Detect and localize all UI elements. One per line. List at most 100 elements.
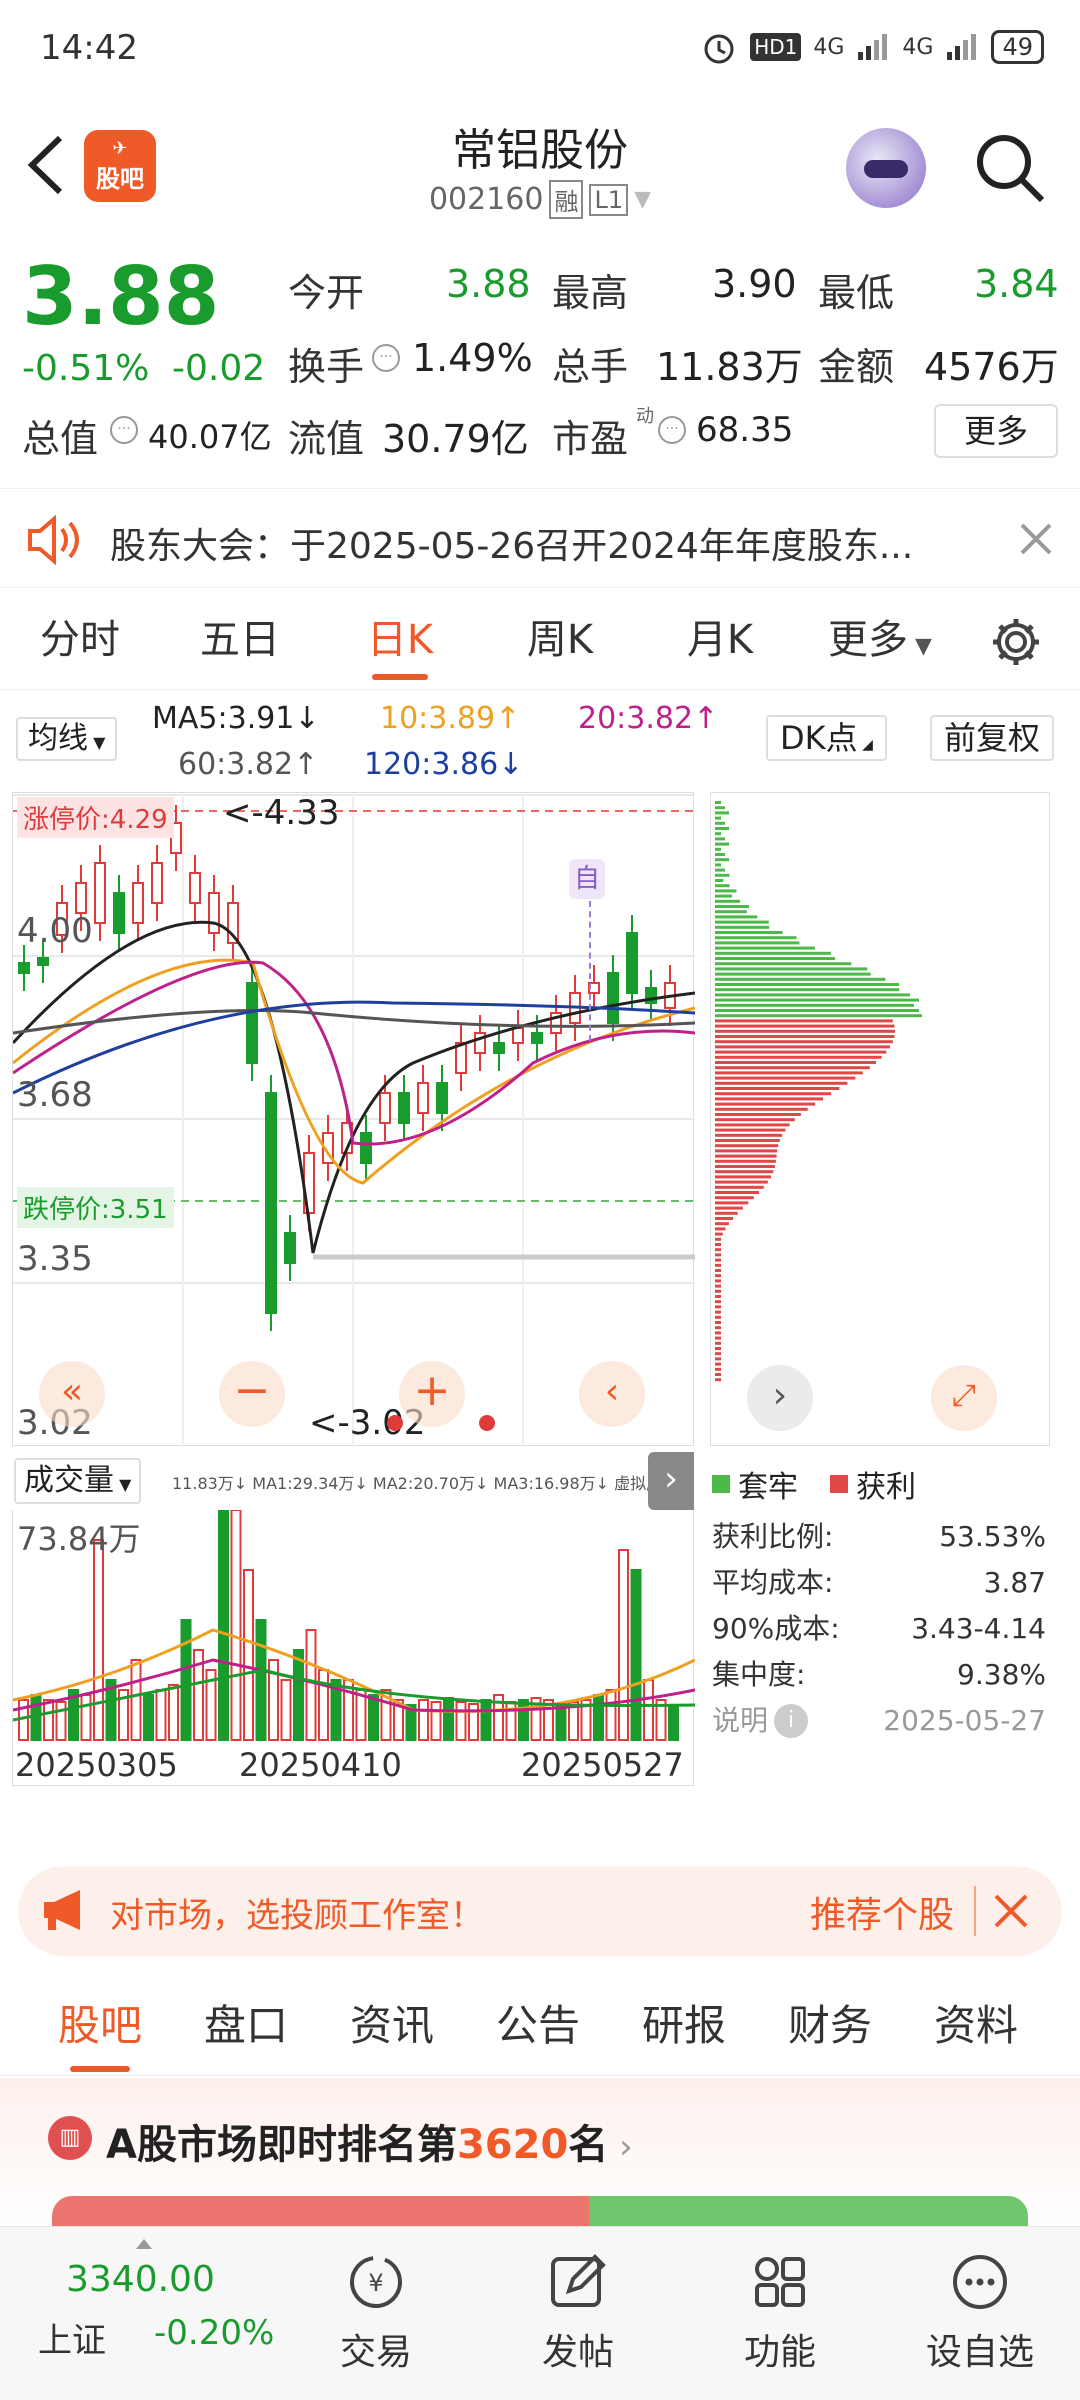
candle [265, 1092, 277, 1314]
tab-five-day[interactable]: 五日 [180, 590, 300, 690]
change-percent: -0.51% [22, 348, 150, 389]
chip-bar [715, 957, 836, 960]
tab-finance[interactable]: 财务 [770, 1976, 890, 2076]
scroll-left-button[interactable]: ‹ [579, 1361, 645, 1427]
volume-bar [280, 1679, 292, 1741]
chip-bar [715, 1222, 729, 1226]
nav-functions[interactable]: 功能 [710, 2251, 850, 2375]
volume-bar [243, 1569, 254, 1741]
network-label-1: 4G [813, 34, 845, 60]
chip-bar [715, 972, 871, 976]
tab-announcements[interactable]: 公告 [478, 1976, 598, 2076]
expand-panel-button[interactable]: › [648, 1452, 694, 1510]
ma120-value: 120:3.86↓ [364, 747, 524, 782]
level-badge: L1 [589, 183, 629, 216]
ma-selector[interactable]: 均线 ▼ [16, 717, 118, 761]
chip-bar [715, 983, 900, 986]
chip-bar [715, 1133, 783, 1137]
amount-value: 4576万 [924, 345, 1059, 389]
tab-intraday[interactable]: 分时 [20, 590, 140, 690]
close-icon[interactable] [1018, 521, 1054, 557]
chip-bar [715, 1253, 721, 1257]
ma60-value: 60:3.82↑ [178, 747, 319, 782]
pe-label: 市盈 [552, 417, 629, 461]
collapse-arrow-icon[interactable] [136, 2239, 152, 2249]
chip-bar [715, 894, 732, 898]
stat-row: 集中度: 9.38% [712, 1658, 1046, 1691]
tab-more[interactable]: 更多 ▼ [820, 590, 940, 690]
volume-chart[interactable]: 73.84万 20250305 20250410 20250527 [12, 1499, 696, 1786]
info-icon[interactable]: ··· [110, 416, 138, 444]
more-button[interactable]: 更多 [934, 404, 1058, 458]
chip-bar [715, 1040, 893, 1044]
zoom-in-button[interactable]: + [399, 1361, 465, 1427]
volume-bar [230, 1509, 242, 1741]
stat-row: 90%成本: 3.43-4.14 [712, 1612, 1046, 1645]
chip-bar [715, 1045, 891, 1049]
chip-bar [715, 1362, 721, 1366]
chip-bar [715, 951, 831, 955]
zoom-out-button[interactable]: − [219, 1361, 285, 1427]
index-change[interactable]: -0.20% [154, 2313, 274, 2353]
promo-cta[interactable]: 推荐个股 [810, 1886, 954, 1938]
index-value[interactable]: 3340.00 [66, 2259, 215, 2300]
chip-bar [715, 1321, 721, 1324]
active-tab-indicator [70, 2066, 130, 2072]
close-icon[interactable] [992, 1892, 1030, 1930]
tab-profile[interactable]: 资料 [916, 1976, 1036, 2076]
dk-point-button[interactable]: DK点 ◢ [766, 715, 887, 761]
chip-bar [715, 858, 729, 862]
chip-bar [715, 1024, 895, 1028]
info-icon[interactable]: ··· [372, 344, 400, 372]
candle [189, 872, 201, 904]
tab-orderbook[interactable]: 盘口 [186, 1976, 306, 2076]
chip-bar [715, 873, 730, 877]
tab-monthly-k[interactable]: 月K [660, 590, 780, 690]
tab-guba[interactable]: 股吧 [40, 1976, 160, 2076]
open-label: 今开 [288, 271, 365, 315]
adjust-button[interactable]: 前复权 [930, 715, 1055, 761]
chip-stats: 套牢 获利 获利比例: 53.53% 平均成本: 3.87 90%成本: 3.43-4… [708, 1452, 1060, 1762]
index-name[interactable]: 上证 [38, 2313, 106, 2362]
volume-bar [305, 1629, 317, 1741]
tab-research[interactable]: 研报 [624, 1976, 744, 2076]
volume-bar [355, 1689, 367, 1741]
self-select-marker[interactable]: 自 [569, 859, 605, 899]
chip-distribution[interactable]: › ⤢ [710, 792, 1050, 1446]
chip-expand-left-button[interactable]: › [747, 1365, 813, 1431]
ma10-value: 10:3.89↑ [380, 701, 521, 736]
chip-bar [715, 811, 729, 815]
hd-badge: HD1 [750, 33, 802, 61]
kline-chart[interactable]: 涨停价:4.29 跌停价:3.51 <-4.33 <-3.02 4.00 3.6… [11, 792, 696, 1447]
volume-bar [668, 1704, 679, 1741]
tab-weekly-k[interactable]: 周K [500, 590, 620, 690]
chip-bar [715, 915, 758, 919]
scroll-left-fast-button[interactable]: « [39, 1361, 105, 1427]
rank-card[interactable]: ▥ A股市场即时排名第3620名 › [0, 2078, 1080, 2236]
info-icon[interactable]: ··· [658, 416, 686, 444]
chip-bar [715, 1128, 786, 1132]
candle [436, 1082, 448, 1114]
gear-icon[interactable] [990, 616, 1042, 668]
chip-bar [715, 962, 852, 966]
volume-selector[interactable]: 成交量 ▼ [14, 1458, 142, 1504]
more-dots-icon [953, 2255, 1007, 2309]
nav-post[interactable]: 发帖 [508, 2251, 648, 2375]
chevron-down-icon[interactable]: ▼ [634, 187, 651, 212]
candle [75, 882, 87, 914]
search-icon[interactable] [972, 130, 1048, 206]
info-icon: i [774, 1704, 809, 1738]
promo-banner[interactable]: 对市场，选投顾工作室！ 推荐个股 [18, 1866, 1062, 1956]
chip-bar [715, 1347, 721, 1350]
nav-trade[interactable]: ¥ 交易 [306, 2251, 446, 2375]
volume-bar [80, 1694, 92, 1741]
chip-bar [715, 967, 868, 971]
chip-note[interactable]: 说明 i 2025-05-27 [712, 1698, 1046, 1744]
tab-news[interactable]: 资讯 [332, 1976, 452, 2076]
robot-assistant-avatar[interactable] [846, 128, 926, 208]
fullscreen-icon[interactable]: ⤢ [931, 1365, 997, 1431]
chip-bar [715, 1206, 743, 1210]
nav-add-watchlist[interactable]: 设自选 [910, 2251, 1050, 2375]
notice-bar[interactable]: 股东大会：于2025-05-26召开2024年年度股东... [0, 488, 1080, 588]
chip-bar [715, 889, 737, 893]
